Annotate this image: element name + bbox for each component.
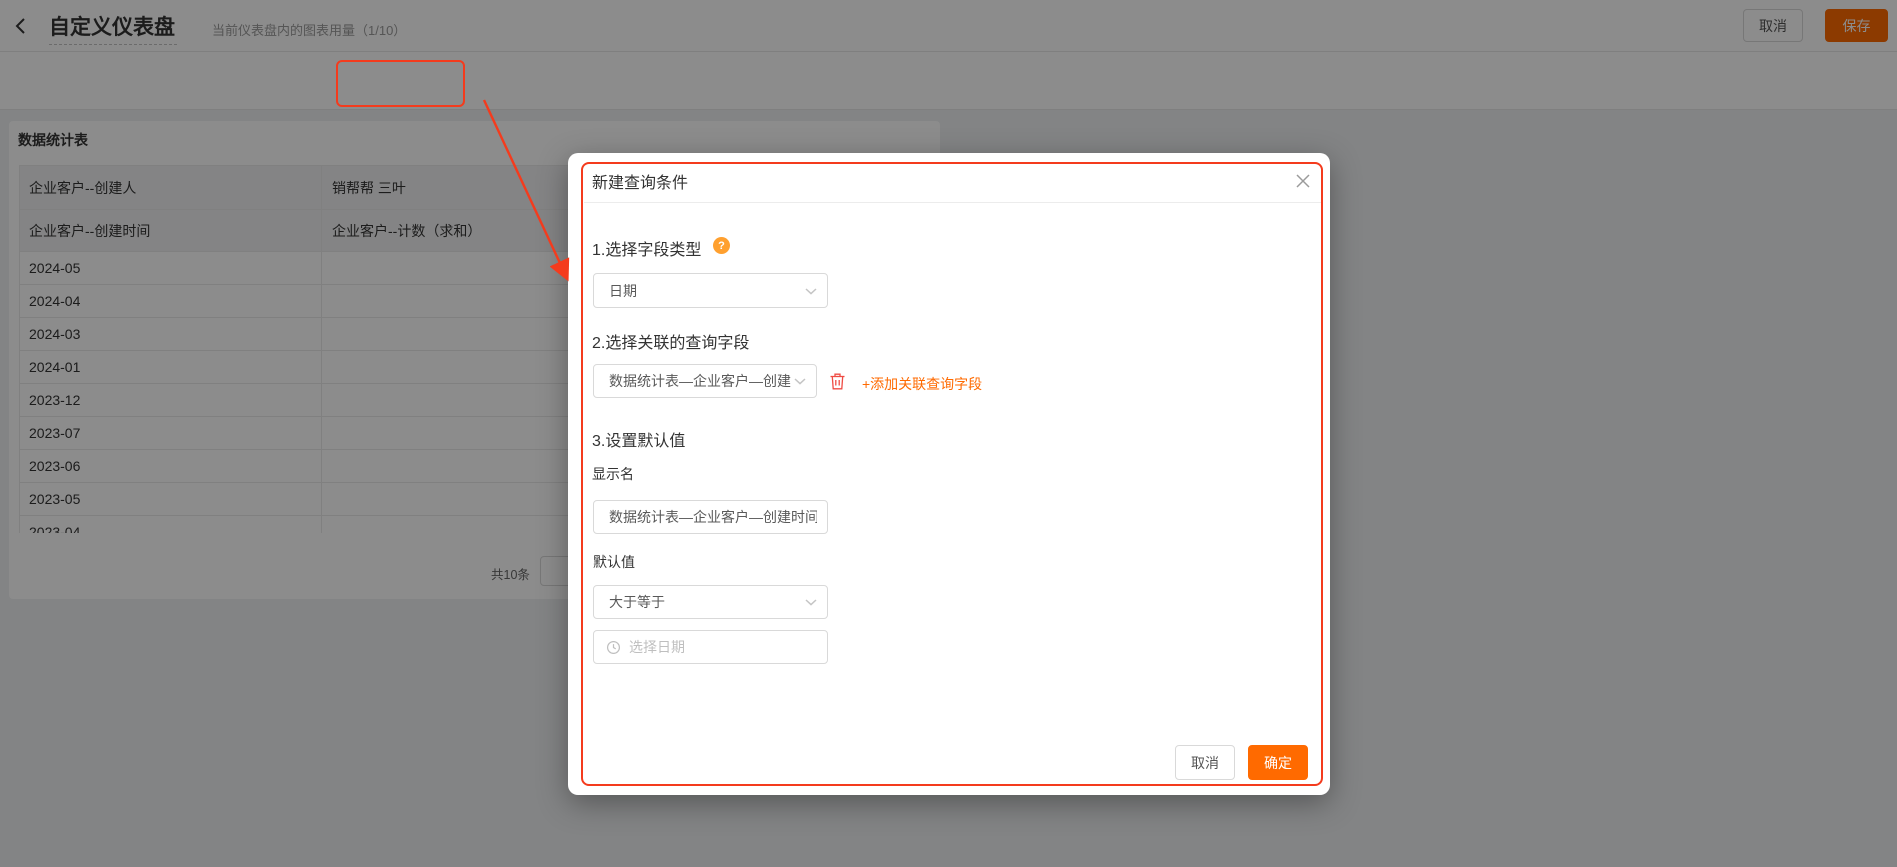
date-placeholder: 选择日期	[621, 637, 685, 657]
display-name-input[interactable]	[593, 500, 828, 534]
field-type-value: 日期	[594, 281, 803, 301]
clock-icon	[606, 640, 621, 655]
chevron-down-icon	[794, 372, 806, 390]
default-value-label: 默认值	[593, 552, 635, 572]
related-field-value: 数据统计表—企业客户—创建时间	[594, 371, 792, 391]
divider	[584, 202, 1321, 203]
screen: 自定义仪表盘 当前仪表盘内的图表用量（1/10） 取消 保存 新建图表	[0, 0, 1897, 867]
trash-icon	[829, 378, 846, 395]
close-icon[interactable]	[1295, 173, 1313, 191]
operator-value: 大于等于	[594, 592, 803, 612]
section3-heading: 3.设置默认值	[592, 427, 685, 451]
section1-heading: 1.选择字段类型	[592, 236, 701, 260]
add-related-field-link[interactable]: +添加关联查询字段	[862, 374, 982, 394]
field-type-select[interactable]: 日期	[593, 273, 828, 308]
operator-select[interactable]: 大于等于	[593, 585, 828, 619]
modal-confirm-button[interactable]: 确定	[1248, 745, 1308, 780]
chevron-down-icon	[805, 282, 817, 300]
display-name-label: 显示名	[592, 464, 634, 484]
modal-title: 新建查询条件	[592, 169, 688, 193]
related-field-select[interactable]: 数据统计表—企业客户—创建时间	[593, 364, 817, 398]
delete-field-button[interactable]	[829, 372, 847, 392]
help-icon[interactable]: ?	[713, 237, 730, 254]
new-query-condition-modal: 新建查询条件 1.选择字段类型 ? 日期 2.选择关联的查询字段 数据统计表—企…	[568, 153, 1330, 795]
chevron-down-icon	[805, 593, 817, 611]
date-picker-input[interactable]: 选择日期	[593, 630, 828, 664]
section2-heading: 2.选择关联的查询字段	[592, 329, 749, 353]
modal-cancel-button[interactable]: 取消	[1175, 745, 1235, 780]
